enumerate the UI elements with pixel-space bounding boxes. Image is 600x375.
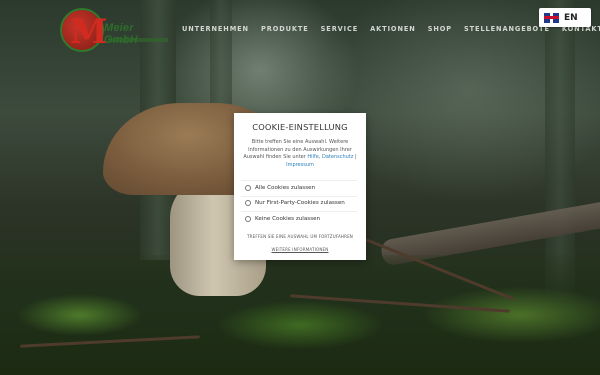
nav-item-unternehmen[interactable]: UNTERNEHMEN <box>182 25 249 33</box>
selection-hint: TREFFEN SIE EINE AUSWAHL UM FORTZUFAHREN <box>246 234 354 239</box>
company-logo[interactable]: M Meier GmbH <box>60 8 170 54</box>
nav-item-shop[interactable]: SHOP <box>428 25 452 33</box>
option-first-party-cookies[interactable]: Nur First-Party-Cookies zulassen <box>241 195 357 210</box>
option-no-cookies[interactable]: Keine Cookies zulassen <box>241 211 357 225</box>
language-code: EN <box>564 12 578 23</box>
option-all-cookies[interactable]: Alle Cookies zulassen <box>241 180 357 194</box>
nav-item-aktionen[interactable]: AKTIONEN <box>370 25 416 33</box>
nav-item-produkte[interactable]: PRODUKTE <box>261 25 309 33</box>
help-link[interactable]: Hilfe <box>307 154 318 160</box>
main-nav: UNTERNEHMEN PRODUKTE SERVICE AKTIONEN SH… <box>182 25 600 33</box>
imprint-link[interactable]: Impressum <box>286 162 314 168</box>
logo-letter-m: M <box>70 12 108 52</box>
logo-name: Meier GmbH <box>104 22 138 46</box>
language-switcher[interactable]: EN <box>539 8 591 27</box>
option-label: Keine Cookies zulassen <box>255 215 321 222</box>
forest-floor <box>0 255 600 375</box>
modal-description: Bitte treffen Sie eine Auswahl. Weitere … <box>243 139 357 168</box>
radio-icon[interactable] <box>245 200 251 206</box>
more-info-link[interactable]: WEITERE INFORMATIONEN <box>234 247 366 252</box>
cookie-options: Alle Cookies zulassen Nur First-Party-Co… <box>241 180 357 227</box>
option-label: Alle Cookies zulassen <box>255 184 316 191</box>
nav-item-service[interactable]: SERVICE <box>321 25 359 33</box>
modal-title: COOKIE-EINSTELLUNG <box>252 122 348 132</box>
radio-icon[interactable] <box>245 215 251 222</box>
link-separator: | <box>354 154 357 161</box>
option-label: Nur First-Party-Cookies zulassen <box>255 200 345 206</box>
radio-icon[interactable] <box>245 184 251 191</box>
logo-underline <box>108 38 168 42</box>
uk-flag-icon <box>544 12 559 23</box>
nav-item-stellenangebote[interactable]: STELLENANGEBOTE <box>464 25 550 33</box>
privacy-link[interactable]: Datenschutz <box>322 154 353 160</box>
